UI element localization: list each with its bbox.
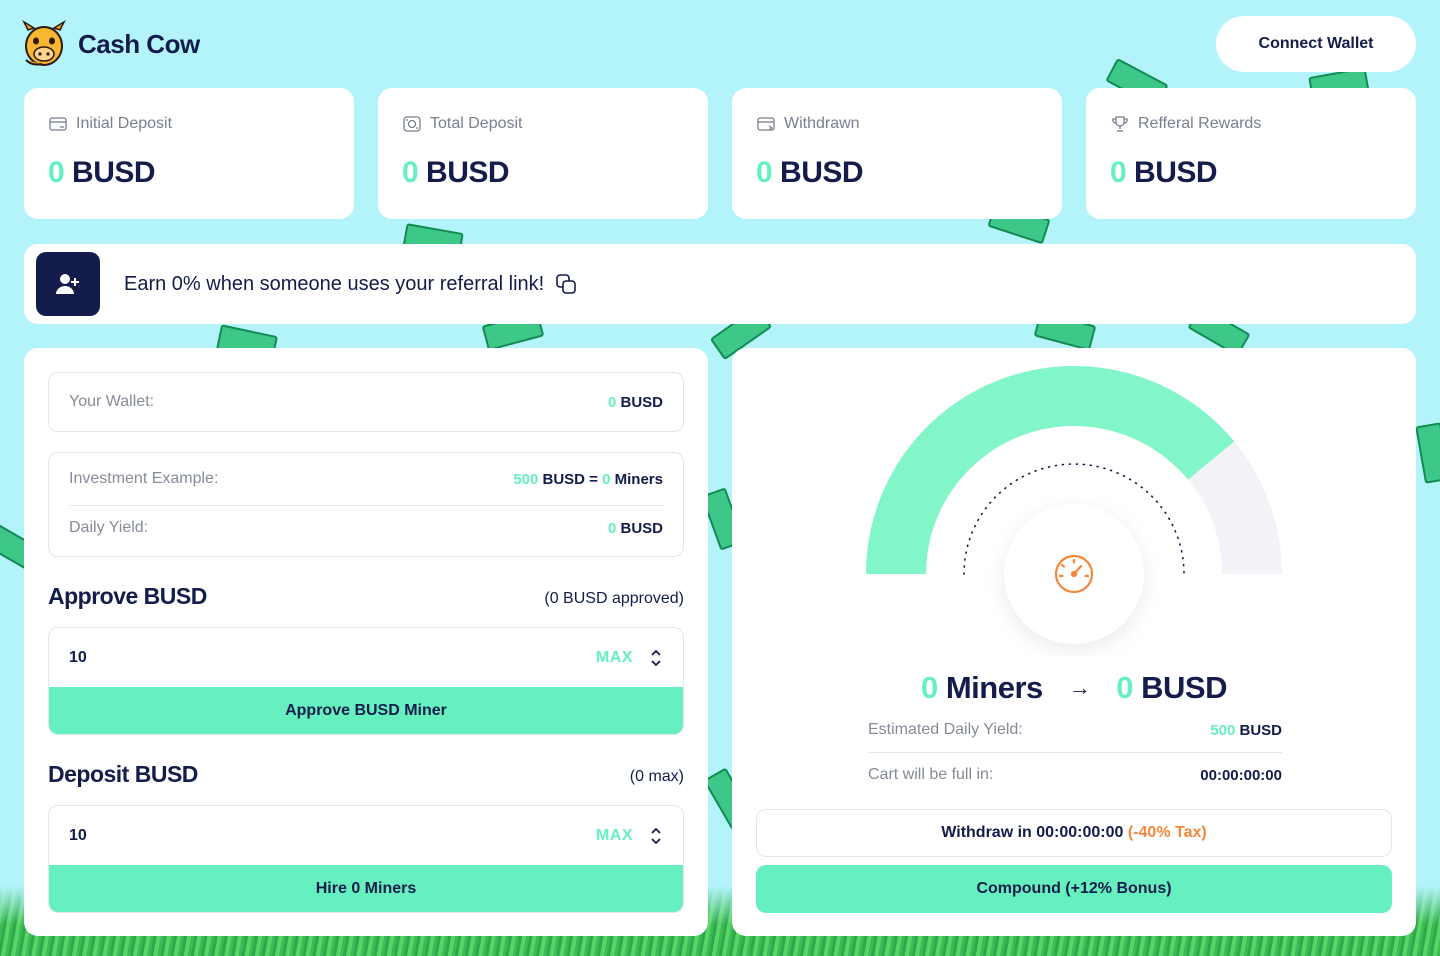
arrow-right-icon: →	[1068, 675, 1091, 700]
investment-amount-unit: BUSD =	[542, 470, 598, 488]
deposit-panel: Your Wallet: 0 BUSD Investment Example: …	[24, 348, 708, 936]
hire-miners-button[interactable]: Hire 0 Miners	[49, 865, 683, 912]
stat-value: 0	[402, 156, 419, 189]
miners-panel: 0 Miners → 0 BUSD Estimated Daily Yield:…	[732, 348, 1416, 936]
daily-yield-label: Daily Yield:	[69, 519, 149, 536]
stat-value: 0	[48, 156, 65, 189]
busd-value: 0	[1116, 670, 1134, 705]
stat-unit: BUSD	[426, 156, 510, 189]
deposit-form: MAX Hire 0 Miners	[48, 805, 684, 913]
approve-stepper-icon[interactable]	[649, 649, 663, 667]
approve-amount-input[interactable]	[69, 648, 596, 667]
deposit-title: Deposit BUSD	[48, 761, 198, 787]
investment-example-box: Investment Example: 500 BUSD = 0 Miners …	[48, 452, 684, 557]
stat-value: 0	[756, 156, 773, 189]
approve-form: MAX Approve BUSD Miner	[48, 627, 684, 735]
stat-label: Initial Deposit	[76, 115, 173, 132]
withdraw-label: Withdraw in 00:00:00:00	[941, 824, 1124, 841]
stat-card-initial-deposit: Initial Deposit 0 BUSD	[24, 88, 354, 219]
approve-note: (0 BUSD approved)	[544, 590, 684, 607]
stat-value: 0	[1110, 156, 1127, 189]
stat-unit: BUSD	[1134, 156, 1218, 189]
deposit-stepper-icon[interactable]	[649, 827, 663, 845]
wallet-balance-box: Your Wallet: 0 BUSD	[48, 372, 684, 432]
withdraw-button[interactable]: Withdraw in 00:00:00:00 (-40% Tax)	[756, 809, 1392, 857]
connect-wallet-button[interactable]: Connect Wallet	[1216, 16, 1416, 72]
daily-yield-unit: BUSD	[620, 519, 663, 537]
stat-label: Total Deposit	[430, 115, 523, 132]
brand-logo[interactable]: Cash Cow	[22, 20, 200, 68]
brand-name: Cash Cow	[78, 28, 200, 59]
withdraw-tax: (-40% Tax)	[1127, 824, 1207, 841]
card-withdraw-icon	[757, 117, 775, 131]
money-bill-decoration	[1415, 422, 1440, 484]
miners-count: 0	[920, 670, 938, 705]
cash-icon	[403, 116, 421, 132]
investment-label: Investment Example:	[69, 470, 219, 487]
stat-card-referral-rewards: Refferal Rewards 0 BUSD	[1086, 88, 1416, 219]
stat-label: Withdrawn	[784, 115, 860, 132]
investment-amount: 500	[513, 470, 539, 488]
daily-yield-value: 0	[607, 519, 617, 537]
stat-label: Refferal Rewards	[1138, 115, 1262, 132]
estimated-yield-unit: BUSD	[1239, 721, 1282, 739]
stat-unit: BUSD	[780, 156, 864, 189]
wallet-label: Your Wallet:	[69, 393, 155, 410]
miners-gauge	[866, 366, 1282, 644]
referral-banner: Earn 0% when someone uses your referral …	[24, 244, 1416, 324]
compound-button[interactable]: Compound (+12% Bonus)	[756, 865, 1392, 913]
add-user-badge	[36, 252, 100, 316]
stat-card-withdrawn: Withdrawn 0 BUSD	[732, 88, 1062, 219]
cow-logo-icon	[22, 20, 66, 66]
investment-miners: 0	[602, 470, 611, 488]
busd-unit: BUSD	[1141, 670, 1227, 705]
deposit-max-button[interactable]: MAX	[596, 827, 633, 845]
stat-unit: BUSD	[72, 156, 156, 189]
miners-summary: 0 Miners → 0 BUSD	[732, 670, 1416, 706]
wallet-unit: BUSD	[620, 393, 663, 411]
yield-details: Estimated Daily Yield: 500 BUSD Cart wil…	[868, 710, 1282, 795]
referral-text: Earn 0% when someone uses your referral …	[124, 272, 545, 295]
deposit-note: (0 max)	[629, 768, 684, 785]
estimated-yield-label: Estimated Daily Yield:	[868, 721, 1023, 738]
approve-max-button[interactable]: MAX	[596, 649, 633, 667]
cart-full-label: Cart will be full in:	[868, 766, 994, 783]
approve-title: Approve BUSD	[48, 583, 207, 609]
wallet-card-icon	[49, 117, 67, 131]
add-user-icon	[56, 274, 79, 294]
cart-full-timer: 00:00:00:00	[1200, 766, 1282, 784]
miners-unit: Miners	[945, 670, 1043, 705]
copy-link-icon[interactable]	[554, 272, 578, 296]
approve-busd-button[interactable]: Approve BUSD Miner	[49, 687, 683, 734]
estimated-yield-value: 500	[1210, 721, 1236, 739]
investment-miners-unit: Miners	[614, 470, 663, 488]
trophy-icon	[1112, 116, 1128, 132]
deposit-amount-input[interactable]	[69, 826, 596, 845]
stat-card-total-deposit: Total Deposit 0 BUSD	[378, 88, 708, 219]
wallet-value: 0	[607, 393, 617, 411]
